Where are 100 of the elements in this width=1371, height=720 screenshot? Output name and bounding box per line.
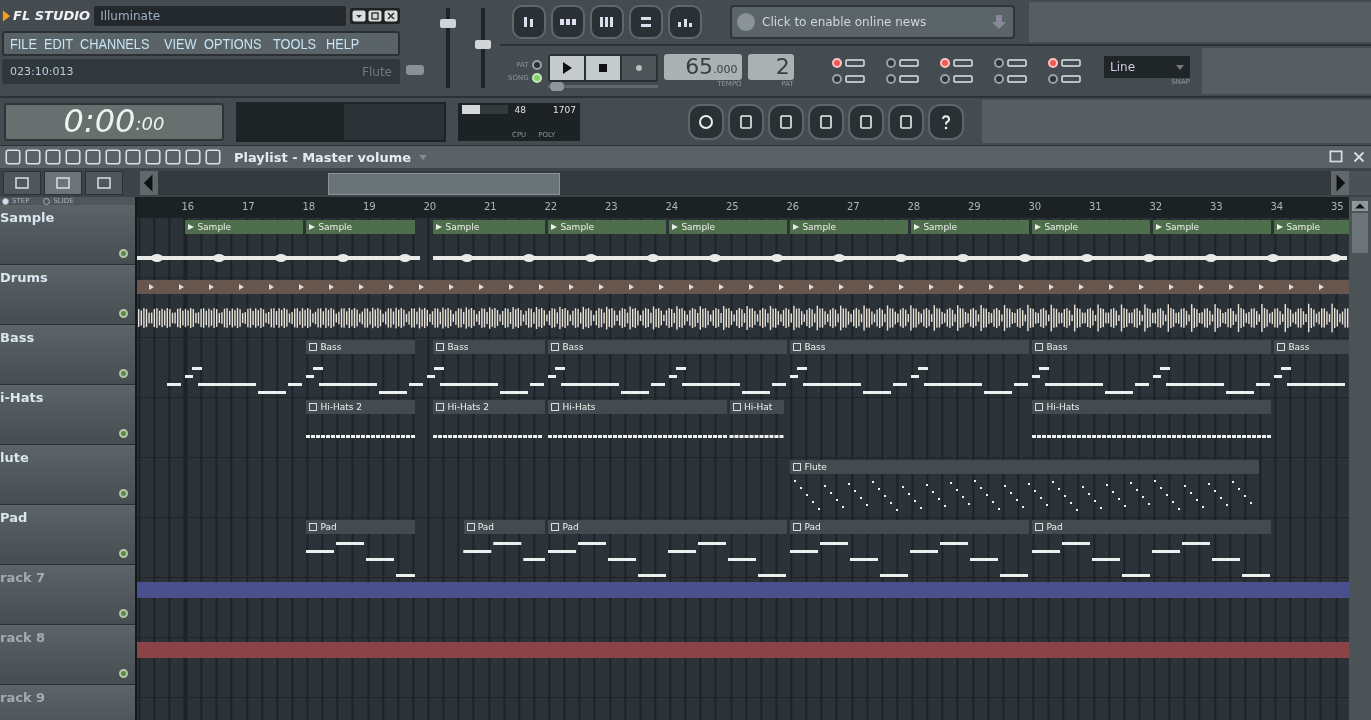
toggle-led[interactable] [886,58,896,68]
arrow-right-icon[interactable] [1331,170,1349,195]
menu-item[interactable]: VIEW [163,35,197,52]
tool-icon[interactable] [144,148,162,166]
menu-item[interactable]: TOOLS [273,35,317,52]
track-knob[interactable] [119,429,128,438]
tool-icon[interactable] [124,148,142,166]
track-header[interactable]: lute [0,445,135,505]
automation-clip[interactable] [137,582,1349,598]
track-header[interactable]: rack 9 [0,685,135,720]
view-tab[interactable] [44,170,82,195]
zoom-handle[interactable] [1349,170,1371,195]
track-header[interactable]: Bass [0,325,135,385]
menu-item[interactable]: EDIT [43,35,73,52]
slider-thumb[interactable] [474,39,491,49]
track-knob[interactable] [119,669,128,678]
stop-button[interactable] [585,56,620,80]
tool-button[interactable] [768,103,804,140]
pattern-clip[interactable]: Hi-Hats [1032,400,1272,414]
tool-icon[interactable] [4,148,22,166]
track-lane[interactable]: Flute [137,458,1349,518]
record-button[interactable] [621,56,656,80]
menu-item[interactable]: CHANNELS [79,35,150,52]
track-knob[interactable] [119,609,128,618]
pattern-clip[interactable]: Bass [1032,340,1272,354]
snap-dropdown[interactable]: Line [1104,56,1190,78]
tool-icon[interactable] [24,148,42,166]
automation-clip[interactable] [137,642,1349,658]
audio-clip[interactable]: Sample [1153,220,1272,234]
toggle-led[interactable] [886,74,896,84]
track-header[interactable]: Drums [0,265,135,325]
close-icon[interactable] [384,9,398,22]
audio-clip[interactable]: Sample [185,220,304,234]
toggle-led[interactable] [994,58,1004,68]
pattern-clip[interactable]: Hi-Hats 2 [306,400,416,414]
tool-button[interactable] [688,103,724,140]
news-bar[interactable]: Click to enable online news [730,5,1015,39]
track-header[interactable]: i-Hats [0,385,135,445]
track-header[interactable]: rack 8 [0,625,135,685]
slider-thumb[interactable] [439,18,456,28]
mode-radio[interactable] [531,59,542,70]
view-button[interactable] [629,5,663,39]
pattern-clip[interactable]: Hi-Hat [729,400,785,414]
pattern-clip[interactable]: Bass [1274,340,1349,354]
scroll-thumb[interactable] [1352,213,1368,253]
track-lane[interactable]: Sample Sample Sample Sample Sample Sample Sample Sample Sample Sample [137,218,1349,278]
midi-icon[interactable] [405,64,425,76]
tool-button[interactable] [848,103,884,140]
menu-item[interactable]: OPTIONS [203,35,262,52]
pattern-clip[interactable]: Flute [790,460,1260,474]
tool-icon[interactable] [204,148,222,166]
track-lane[interactable]: Hi-Hats 2 Hi-Hats 2 Hi-Hats Hi-Hat Hi-Hats [137,398,1349,458]
audio-clip[interactable]: Sample [1032,220,1151,234]
pattern-clip[interactable]: Hi-Hats [548,400,727,414]
view-button[interactable] [551,5,585,39]
track-knob[interactable] [119,369,128,378]
arrow-left-icon[interactable] [140,170,158,195]
toggle-led[interactable] [832,74,842,84]
toggle-led[interactable] [1048,58,1058,68]
horizontal-scrollbar[interactable] [140,170,1349,195]
tool-button[interactable] [728,103,764,140]
play-button[interactable] [549,56,584,80]
drum-clip-strip[interactable] [137,280,1349,294]
audio-clip[interactable]: Sample [911,220,1030,234]
track-header[interactable]: Pad [0,505,135,565]
help-button[interactable] [928,103,964,140]
track-knob[interactable] [119,489,128,498]
minimize-icon[interactable] [352,9,366,22]
track-lane[interactable]: Bass Bass Bass Bass Bass Bass [137,338,1349,398]
arrow-up-icon[interactable] [1352,201,1368,211]
audio-clip[interactable]: Sample [669,220,788,234]
toggle-led[interactable] [994,74,1004,84]
view-button[interactable] [512,5,546,39]
toggle-led[interactable] [940,58,950,68]
scroll-thumb[interactable] [328,172,560,195]
view-tab[interactable] [3,170,41,195]
restore-icon[interactable] [368,9,382,22]
pattern-clip[interactable]: Pad [1032,520,1272,534]
menu-item[interactable]: FILE [10,35,37,52]
pattern-clip[interactable]: Bass [548,340,788,354]
tool-button[interactable] [888,103,924,140]
audio-clip[interactable]: Sample [306,220,416,234]
view-tab[interactable] [85,170,123,195]
track-knob[interactable] [119,249,128,258]
pattern-clip[interactable]: Pad [548,520,788,534]
track-header[interactable]: rack 7 [0,565,135,625]
pattern-display[interactable]: 2 [747,54,794,80]
track-lane[interactable] [137,278,1349,338]
vertical-scrollbar[interactable] [1349,197,1371,720]
pattern-clip[interactable]: Pad [790,520,1030,534]
pattern-clip[interactable]: Hi-Hats 2 [433,400,546,414]
time-display[interactable]: 0:00:00 [4,102,224,141]
tool-icon[interactable] [164,148,182,166]
timeline-ruler[interactable]: 16 17 18 19 20 21 22 23 24 25 26 27 28 29 30 31 32 33 34 35 [137,197,1349,218]
mode-radio[interactable] [2,197,9,205]
audio-clip[interactable]: Sample [548,220,667,234]
track-knob[interactable] [119,549,128,558]
tool-icon[interactable] [64,148,82,166]
tool-icon[interactable] [84,148,102,166]
track-lane[interactable] [137,638,1349,698]
